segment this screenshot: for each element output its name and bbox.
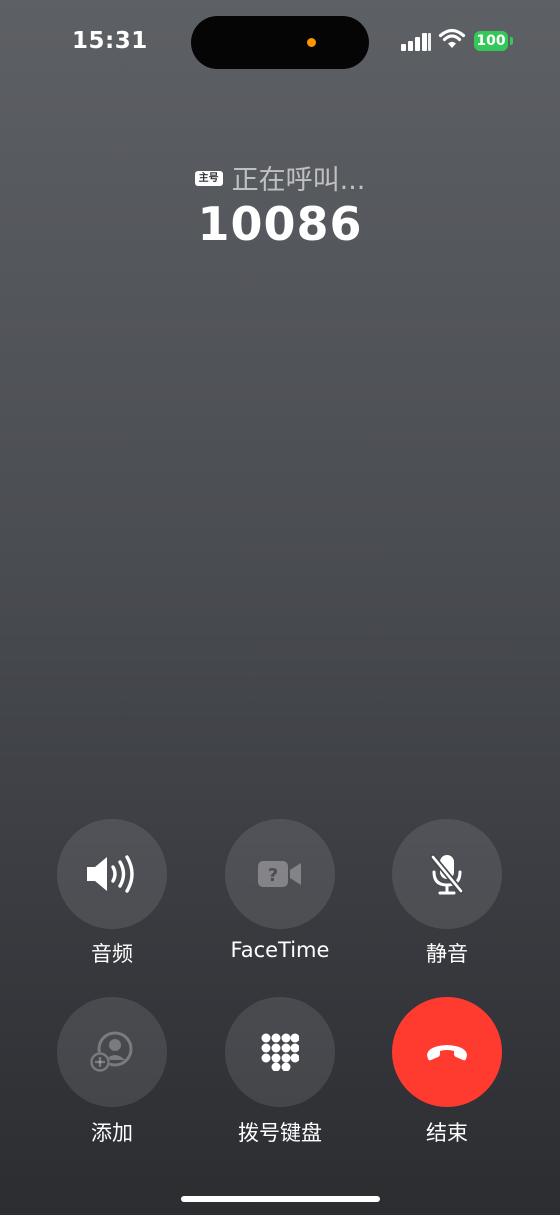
facetime-button-label: FaceTime	[230, 938, 330, 962]
battery-icon: 100	[474, 31, 508, 51]
dynamic-island	[191, 16, 369, 69]
add-call-button[interactable]	[57, 997, 167, 1107]
keypad-button-label: 拨号键盘	[238, 1121, 322, 1145]
called-number: 10086	[197, 197, 363, 251]
end-call-icon	[425, 1042, 469, 1062]
facetime-unavailable-icon: ?	[257, 858, 303, 890]
microphone-in-use-indicator	[307, 38, 316, 47]
call-status-text: 正在呼叫...	[231, 165, 366, 196]
call-status: 主号 正在呼叫...	[0, 158, 560, 197]
add-call-icon	[88, 1030, 136, 1074]
mute-button-label: 静音	[426, 942, 468, 966]
svg-text:?: ?	[268, 865, 278, 886]
audio-button[interactable]	[57, 819, 167, 929]
mute-icon	[429, 853, 465, 895]
home-indicator[interactable]	[181, 1196, 380, 1202]
status-time: 15:31	[72, 28, 148, 54]
cellular-signal-icon	[401, 31, 431, 51]
keypad-button[interactable]	[225, 997, 335, 1107]
sim-badge: 主号	[194, 171, 223, 186]
end-call-button-label: 结束	[426, 1121, 468, 1145]
audio-button-label: 音频	[91, 942, 133, 966]
add-call-button-label: 添加	[91, 1121, 133, 1145]
keypad-icon	[261, 1033, 299, 1071]
speaker-icon	[85, 853, 139, 895]
wifi-icon	[438, 28, 466, 50]
facetime-button[interactable]: ?	[225, 819, 335, 929]
battery-cap	[510, 37, 513, 45]
end-call-button[interactable]	[392, 997, 502, 1107]
mute-button[interactable]	[392, 819, 502, 929]
status-bar: 15:31 100	[0, 0, 560, 80]
